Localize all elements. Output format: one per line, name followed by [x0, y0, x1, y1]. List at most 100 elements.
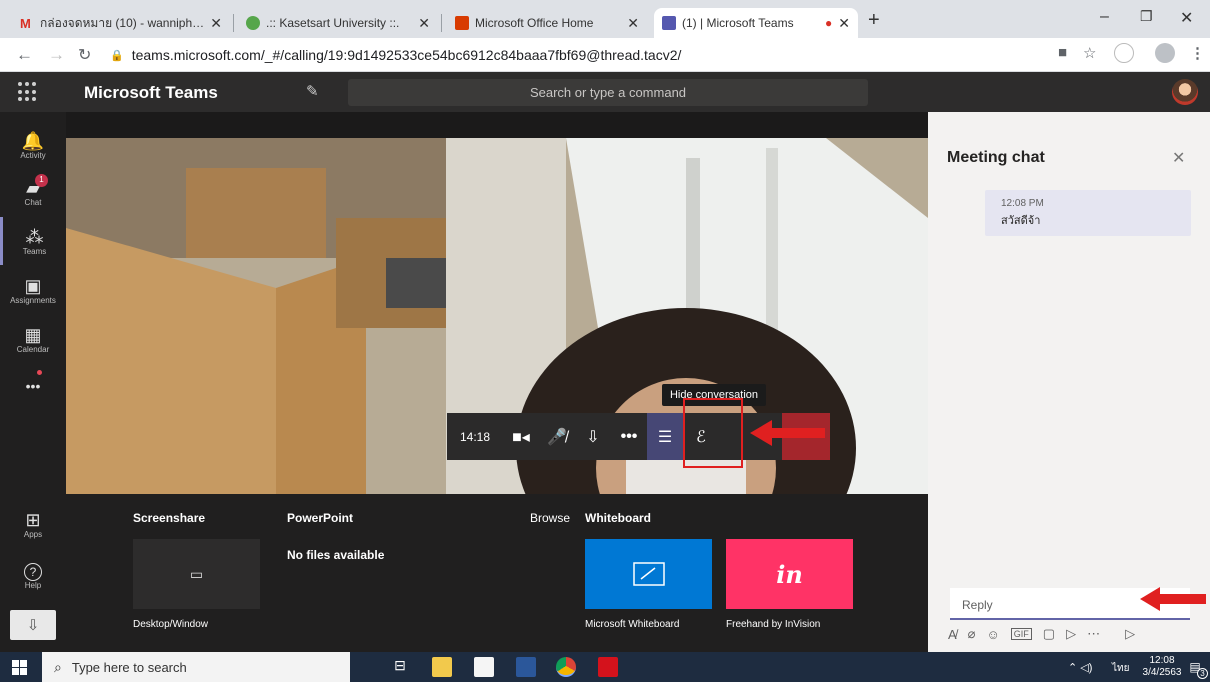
calendar-icon: ▦: [24, 324, 42, 345]
monitor-icon: ▭: [189, 565, 204, 582]
language-indicator[interactable]: ไทย: [1112, 661, 1129, 676]
annotation-arrow-icon: [750, 420, 825, 446]
desktop-window-tile[interactable]: ▭: [133, 539, 260, 609]
minimize-button[interactable]: –: [1100, 8, 1109, 26]
close-window-button[interactable]: ✕: [1180, 8, 1193, 28]
tab-close-icon[interactable]: ✕: [838, 15, 850, 32]
system-clock[interactable]: 12:08 3/4/2563: [1140, 655, 1184, 679]
search-placeholder: Type here to search: [71, 659, 187, 675]
file-explorer-icon[interactable]: [432, 657, 452, 677]
rail-item-teams[interactable]: ⁂ Teams: [0, 217, 66, 265]
mic-off-icon[interactable]: 🎤̸: [539, 413, 575, 460]
command-search-input[interactable]: Search or type a command: [348, 79, 868, 106]
microsoft-whiteboard-tile[interactable]: [585, 539, 712, 609]
share-icon[interactable]: ⇩: [575, 413, 611, 460]
message-text: สวัสดีจ้า: [1001, 215, 1041, 227]
avatar[interactable]: [1172, 79, 1198, 105]
chat-title: Meeting chat: [947, 149, 1045, 166]
gmail-icon: M: [20, 16, 31, 31]
close-icon[interactable]: ✕: [1172, 148, 1185, 168]
compose-icon[interactable]: ✎: [306, 82, 319, 100]
apps-icon: ⊞: [25, 509, 41, 530]
invision-logo: in: [776, 559, 803, 589]
notification-dot: [37, 370, 43, 375]
tab-title: Microsoft Office Home: [475, 16, 594, 30]
rail-item-help[interactable]: ? Help: [0, 552, 66, 600]
powerpoint-heading: PowerPoint: [287, 511, 354, 525]
task-view-icon[interactable]: ⊟: [390, 657, 410, 677]
camera-permission-icon[interactable]: ■: [1058, 44, 1067, 61]
sticker-icon[interactable]: ▢: [1043, 626, 1055, 642]
rail-item-chat[interactable]: ▰ 1 Chat: [0, 168, 66, 216]
message-time: 12:08 PM: [1001, 198, 1044, 209]
bookmark-star-icon[interactable]: ☆: [1083, 44, 1096, 62]
profile-icon[interactable]: [1155, 43, 1175, 63]
browser-tab-gmail[interactable]: M กล่องจดหมาย (10) - wannipha.c@ku.th ✕: [12, 8, 230, 38]
rail-label: Teams: [22, 246, 47, 256]
more-icon: •••: [26, 370, 43, 396]
rail-label: Help: [24, 580, 42, 590]
action-center-icon[interactable]: ▤ 3: [1186, 658, 1208, 679]
rail-item-calendar[interactable]: ▦ Calendar: [0, 315, 66, 363]
freehand-tile[interactable]: in: [726, 539, 853, 609]
clock-time: 12:08: [1149, 655, 1175, 666]
lock-icon: 🔒: [110, 49, 124, 62]
rail-item-activity[interactable]: 🔔 Activity: [0, 121, 66, 169]
download-app-icon[interactable]: ⇩: [10, 610, 56, 640]
gif-icon[interactable]: GIF: [1010, 628, 1032, 640]
help-icon: ?: [24, 562, 42, 581]
tab-close-icon[interactable]: ✕: [210, 15, 222, 32]
tab-title: กล่องจดหมาย (10) - wannipha.c@ku.th: [40, 15, 204, 30]
tab-close-icon[interactable]: ✕: [418, 15, 430, 32]
taskbar-search-input[interactable]: ⌕ Type here to search: [42, 652, 350, 682]
windows-start-icon[interactable]: [12, 660, 27, 675]
desktop-window-label: Desktop/Window: [133, 619, 209, 630]
chat-badge: 1: [34, 173, 48, 187]
teams-icon: ⁂: [25, 226, 44, 247]
meet-now-icon[interactable]: ▷: [1066, 626, 1076, 642]
forward-icon[interactable]: →: [48, 45, 65, 65]
assignments-icon: ▣: [24, 275, 42, 296]
chrome-icon[interactable]: [556, 657, 576, 677]
tab-close-icon[interactable]: ✕: [627, 15, 639, 32]
notification-count: 3: [1197, 668, 1208, 679]
rail-label: Assignments: [10, 295, 56, 305]
search-icon: ⌕: [54, 658, 62, 675]
tab-title: .:: Kasetsart University ::.: [266, 16, 400, 30]
extension-icon[interactable]: [1114, 43, 1134, 63]
format-icon[interactable]: A̸: [948, 627, 957, 642]
camera-icon[interactable]: ■◂: [503, 413, 539, 460]
store-icon[interactable]: [474, 657, 494, 677]
rail-item-assignments[interactable]: ▣ Assignments: [0, 266, 66, 314]
back-icon[interactable]: ←: [16, 45, 33, 65]
microsoft-whiteboard-label: Microsoft Whiteboard: [585, 619, 680, 630]
browser-tab-office[interactable]: Microsoft Office Home ✕: [447, 8, 647, 38]
reload-icon[interactable]: ↻: [78, 45, 91, 65]
attach-icon[interactable]: ⌀: [968, 626, 976, 642]
call-timer: 14:18: [459, 429, 491, 444]
maximize-button[interactable]: ❐: [1140, 8, 1153, 25]
more-options-icon[interactable]: ⋯: [1087, 626, 1100, 642]
tray-icons[interactable]: ⌃ ◁): [1068, 661, 1092, 674]
emoji-icon[interactable]: ☺: [987, 627, 1000, 642]
compose-toolbar: A̸ ⌀ ☺ GIF ▢ ▷ ⋯ ▷: [948, 626, 1198, 642]
browser-menu-icon[interactable]: ⋮: [1190, 44, 1205, 62]
browser-tab-teams[interactable]: (1) | Microsoft Teams ● ✕: [654, 8, 858, 38]
browser-tab-kasetsart[interactable]: .:: Kasetsart University ::. ✕: [238, 8, 438, 38]
app-title: Microsoft Teams: [84, 83, 218, 102]
conversation-icon[interactable]: ☰: [647, 413, 683, 460]
rail-item-more[interactable]: •••: [0, 362, 66, 410]
tab-separator: [233, 14, 234, 32]
address-bar[interactable]: 🔒 teams.microsoft.com/_#/calling/19:9d14…: [110, 42, 1110, 68]
rail-label: Apps: [23, 529, 43, 539]
whiteboard-icon: [632, 562, 665, 586]
send-icon[interactable]: ▷: [1125, 626, 1135, 642]
acrobat-icon[interactable]: [598, 657, 618, 677]
rail-item-apps[interactable]: ⊞ Apps: [0, 500, 66, 548]
more-icon[interactable]: •••: [611, 413, 647, 460]
browse-link[interactable]: Browse: [530, 511, 570, 525]
word-icon[interactable]: [516, 657, 536, 677]
new-tab-button[interactable]: +: [868, 9, 880, 32]
annotation-highlight-box: [683, 398, 743, 468]
app-launcher-icon[interactable]: [18, 82, 38, 102]
